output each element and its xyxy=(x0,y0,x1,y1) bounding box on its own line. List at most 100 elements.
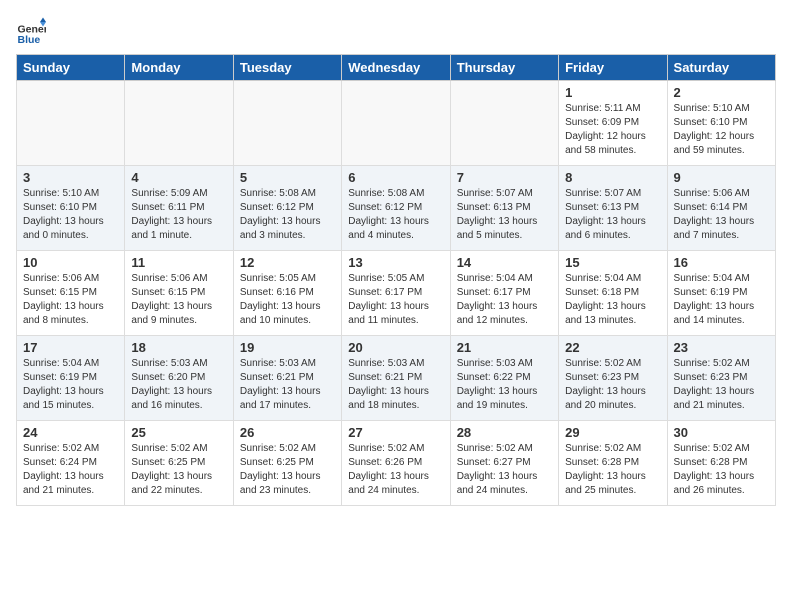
day-number: 2 xyxy=(674,85,769,100)
day-header-tuesday: Tuesday xyxy=(233,55,341,81)
calendar-cell: 20 Sunrise: 5:03 AM Sunset: 6:21 PM Dayli… xyxy=(342,336,450,421)
calendar-cell xyxy=(342,81,450,166)
calendar-week-4: 17 Sunrise: 5:04 AM Sunset: 6:19 PM Dayli… xyxy=(17,336,776,421)
calendar-cell: 24 Sunrise: 5:02 AM Sunset: 6:24 PM Dayli… xyxy=(17,421,125,506)
calendar-cell: 13Sunrise: 5:05 AM Sunset: 6:17 PM Dayli… xyxy=(342,251,450,336)
day-header-saturday: Saturday xyxy=(667,55,775,81)
calendar-cell: 8 Sunrise: 5:07 AM Sunset: 6:13 PM Daylig… xyxy=(559,166,667,251)
day-header-sunday: Sunday xyxy=(17,55,125,81)
day-number: 6 xyxy=(348,170,443,185)
day-info: Sunrise: 5:04 AM Sunset: 6:17 PM Dayligh… xyxy=(457,272,552,328)
svg-text:Blue: Blue xyxy=(18,34,41,46)
calendar-table: SundayMondayTuesdayWednesdayThursdayFrid… xyxy=(16,54,776,506)
day-info: Sunrise: 5:02 AM Sunset: 6:28 PM Dayligh… xyxy=(674,442,769,498)
day-info: Sunrise: 5:07 AM Sunset: 6:13 PM Dayligh… xyxy=(565,187,660,243)
calendar-cell: 17 Sunrise: 5:04 AM Sunset: 6:19 PM Dayli… xyxy=(17,336,125,421)
day-number: 14 xyxy=(457,255,552,270)
day-header-friday: Friday xyxy=(559,55,667,81)
calendar-cell: 28 Sunrise: 5:02 AM Sunset: 6:27 PM Dayli… xyxy=(450,421,558,506)
day-info: Sunrise: 5:03 AM Sunset: 6:21 PM Dayligh… xyxy=(240,357,335,413)
day-header-monday: Monday xyxy=(125,55,233,81)
calendar-cell: 3 Sunrise: 5:10 AM Sunset: 6:10 PM Daylig… xyxy=(17,166,125,251)
day-header-thursday: Thursday xyxy=(450,55,558,81)
day-number: 7 xyxy=(457,170,552,185)
day-info: Sunrise: 5:09 AM Sunset: 6:11 PM Dayligh… xyxy=(131,187,226,243)
day-number: 20 xyxy=(348,340,443,355)
day-info: Sunrise: 5:03 AM Sunset: 6:20 PM Dayligh… xyxy=(131,357,226,413)
day-number: 1 xyxy=(565,85,660,100)
day-number: 27 xyxy=(348,425,443,440)
calendar-week-5: 24 Sunrise: 5:02 AM Sunset: 6:24 PM Dayli… xyxy=(17,421,776,506)
day-number: 9 xyxy=(674,170,769,185)
header: General Blue xyxy=(16,16,776,46)
calendar-cell: 4 Sunrise: 5:09 AM Sunset: 6:11 PM Daylig… xyxy=(125,166,233,251)
calendar-cell: 15 Sunrise: 5:04 AM Sunset: 6:18 PM Dayli… xyxy=(559,251,667,336)
day-number: 22 xyxy=(565,340,660,355)
day-number: 10 xyxy=(23,255,118,270)
day-info: Sunrise: 5:04 AM Sunset: 6:19 PM Dayligh… xyxy=(23,357,118,413)
day-info: Sunrise: 5:03 AM Sunset: 6:21 PM Dayligh… xyxy=(348,357,443,413)
day-header-wednesday: Wednesday xyxy=(342,55,450,81)
calendar-cell xyxy=(125,81,233,166)
day-number: 5 xyxy=(240,170,335,185)
day-info: Sunrise: 5:08 AM Sunset: 6:12 PM Dayligh… xyxy=(240,187,335,243)
calendar-week-3: 10 Sunrise: 5:06 AM Sunset: 6:15 PM Dayli… xyxy=(17,251,776,336)
day-number: 11 xyxy=(131,255,226,270)
calendar-cell: 1 Sunrise: 5:11 AM Sunset: 6:09 PM Daylig… xyxy=(559,81,667,166)
day-info: Sunrise: 5:02 AM Sunset: 6:28 PM Dayligh… xyxy=(565,442,660,498)
day-info: Sunrise: 5:06 AM Sunset: 6:15 PM Dayligh… xyxy=(131,272,226,328)
day-number: 26 xyxy=(240,425,335,440)
calendar-cell: 18 Sunrise: 5:03 AM Sunset: 6:20 PM Dayli… xyxy=(125,336,233,421)
logo-icon: General Blue xyxy=(16,16,46,46)
calendar-cell: 9 Sunrise: 5:06 AM Sunset: 6:14 PM Daylig… xyxy=(667,166,775,251)
day-number: 16 xyxy=(674,255,769,270)
day-info: Sunrise: 5:02 AM Sunset: 6:25 PM Dayligh… xyxy=(240,442,335,498)
day-number: 28 xyxy=(457,425,552,440)
calendar-cell: 25 Sunrise: 5:02 AM Sunset: 6:25 PM Dayli… xyxy=(125,421,233,506)
calendar-cell: 7Sunrise: 5:07 AM Sunset: 6:13 PM Daylig… xyxy=(450,166,558,251)
calendar-cell: 26 Sunrise: 5:02 AM Sunset: 6:25 PM Dayli… xyxy=(233,421,341,506)
calendar-week-2: 3 Sunrise: 5:10 AM Sunset: 6:10 PM Daylig… xyxy=(17,166,776,251)
day-info: Sunrise: 5:03 AM Sunset: 6:22 PM Dayligh… xyxy=(457,357,552,413)
logo: General Blue xyxy=(16,16,46,46)
day-number: 13 xyxy=(348,255,443,270)
day-info: Sunrise: 5:06 AM Sunset: 6:15 PM Dayligh… xyxy=(23,272,118,328)
day-info: Sunrise: 5:06 AM Sunset: 6:14 PM Dayligh… xyxy=(674,187,769,243)
day-number: 3 xyxy=(23,170,118,185)
day-info: Sunrise: 5:02 AM Sunset: 6:27 PM Dayligh… xyxy=(457,442,552,498)
day-info: Sunrise: 5:10 AM Sunset: 6:10 PM Dayligh… xyxy=(674,102,769,158)
day-info: Sunrise: 5:02 AM Sunset: 6:24 PM Dayligh… xyxy=(23,442,118,498)
calendar-cell: 11 Sunrise: 5:06 AM Sunset: 6:15 PM Dayli… xyxy=(125,251,233,336)
calendar-cell: 29Sunrise: 5:02 AM Sunset: 6:28 PM Dayli… xyxy=(559,421,667,506)
day-number: 8 xyxy=(565,170,660,185)
calendar-cell: 14 Sunrise: 5:04 AM Sunset: 6:17 PM Dayli… xyxy=(450,251,558,336)
day-number: 24 xyxy=(23,425,118,440)
day-number: 15 xyxy=(565,255,660,270)
day-number: 23 xyxy=(674,340,769,355)
day-info: Sunrise: 5:11 AM Sunset: 6:09 PM Dayligh… xyxy=(565,102,660,158)
calendar-cell xyxy=(17,81,125,166)
calendar-cell: 23 Sunrise: 5:02 AM Sunset: 6:23 PM Dayli… xyxy=(667,336,775,421)
calendar-week-1: 1 Sunrise: 5:11 AM Sunset: 6:09 PM Daylig… xyxy=(17,81,776,166)
day-info: Sunrise: 5:10 AM Sunset: 6:10 PM Dayligh… xyxy=(23,187,118,243)
day-number: 25 xyxy=(131,425,226,440)
day-number: 18 xyxy=(131,340,226,355)
day-info: Sunrise: 5:02 AM Sunset: 6:25 PM Dayligh… xyxy=(131,442,226,498)
calendar-cell: 10 Sunrise: 5:06 AM Sunset: 6:15 PM Dayli… xyxy=(17,251,125,336)
calendar-cell xyxy=(450,81,558,166)
calendar-cell: 21 Sunrise: 5:03 AM Sunset: 6:22 PM Dayli… xyxy=(450,336,558,421)
day-number: 17 xyxy=(23,340,118,355)
day-info: Sunrise: 5:02 AM Sunset: 6:23 PM Dayligh… xyxy=(674,357,769,413)
day-number: 21 xyxy=(457,340,552,355)
day-info: Sunrise: 5:02 AM Sunset: 6:26 PM Dayligh… xyxy=(348,442,443,498)
day-info: Sunrise: 5:04 AM Sunset: 6:18 PM Dayligh… xyxy=(565,272,660,328)
day-number: 4 xyxy=(131,170,226,185)
day-number: 19 xyxy=(240,340,335,355)
calendar-cell: 12 Sunrise: 5:05 AM Sunset: 6:16 PM Dayli… xyxy=(233,251,341,336)
day-info: Sunrise: 5:05 AM Sunset: 6:16 PM Dayligh… xyxy=(240,272,335,328)
day-info: Sunrise: 5:08 AM Sunset: 6:12 PM Dayligh… xyxy=(348,187,443,243)
day-number: 30 xyxy=(674,425,769,440)
day-info: Sunrise: 5:02 AM Sunset: 6:23 PM Dayligh… xyxy=(565,357,660,413)
day-number: 12 xyxy=(240,255,335,270)
calendar-cell: 6 Sunrise: 5:08 AM Sunset: 6:12 PM Daylig… xyxy=(342,166,450,251)
